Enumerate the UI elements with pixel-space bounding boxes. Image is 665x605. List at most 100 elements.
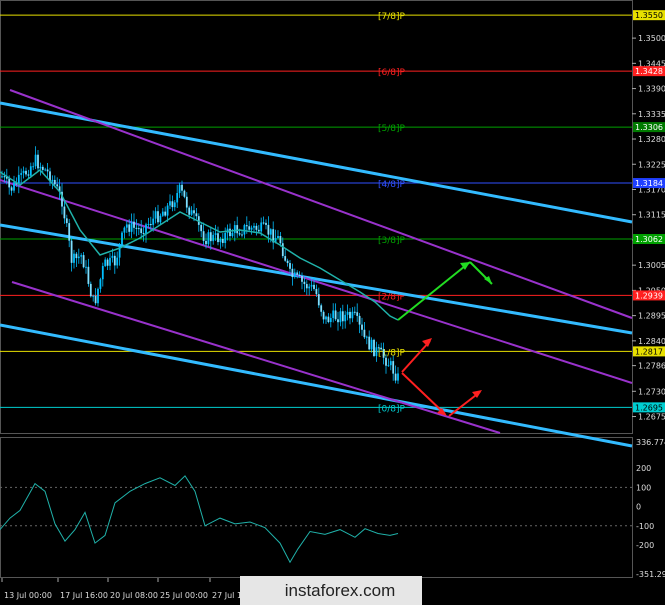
- candle-body: [255, 225, 258, 230]
- cci-levels: [0, 486, 632, 527]
- candle-body: [39, 166, 42, 169]
- candle-body: [351, 311, 354, 319]
- candle-body: [308, 286, 311, 289]
- candle-body: [140, 228, 143, 234]
- candle-body: [358, 315, 361, 325]
- candle-body: [190, 210, 193, 215]
- candle-body: [178, 184, 181, 194]
- candle-body: [286, 260, 289, 264]
- candle-body: [157, 211, 159, 223]
- candle-body: [329, 318, 332, 323]
- murrey-level-label: [7/8]P: [378, 12, 406, 22]
- price-tag-label: 1.3428: [635, 67, 663, 76]
- candle-body: [289, 263, 291, 269]
- candle-body: [361, 324, 363, 330]
- candle-body: [3, 176, 6, 178]
- candle-body: [118, 244, 121, 258]
- candle-body: [315, 288, 318, 295]
- main-pane-border: [0, 0, 633, 434]
- candle-body: [217, 233, 219, 243]
- candle-body: [85, 266, 87, 268]
- channel-blue-lower: [0, 323, 633, 448]
- time-tick-label: 20 Jul 08:00: [110, 591, 158, 600]
- candle-body: [380, 347, 383, 350]
- candle-body: [27, 174, 30, 176]
- time-tick-label: 13 Jul 00:00: [4, 591, 52, 600]
- candle-body: [142, 233, 145, 235]
- candle-body: [75, 253, 78, 259]
- candle-body: [397, 373, 399, 381]
- candle-body: [281, 243, 284, 257]
- candle-body: [152, 218, 155, 225]
- candle-body: [125, 224, 128, 228]
- candle-body: [382, 349, 385, 358]
- indicator-pane-border: [0, 437, 633, 578]
- candle-body: [209, 232, 212, 242]
- candle-body: [128, 224, 131, 232]
- candle-body: [37, 154, 39, 169]
- candle-body: [13, 182, 15, 191]
- candle-body: [113, 255, 116, 266]
- candle-body: [310, 284, 313, 287]
- candle-body: [356, 312, 359, 316]
- indicator-tick-label: 200: [636, 464, 651, 473]
- candle-body: [260, 222, 263, 232]
- candle-body: [298, 274, 301, 276]
- candle-body: [188, 207, 191, 215]
- candle-body: [97, 288, 99, 304]
- candle-body: [207, 232, 210, 245]
- trend-channels: [0, 89, 633, 448]
- candle-body: [265, 222, 267, 225]
- candle-body: [159, 215, 162, 223]
- candle-body: [89, 283, 92, 297]
- candle-body: [262, 222, 265, 224]
- price-tag-label: 1.2695: [635, 403, 663, 412]
- candle-body: [212, 234, 215, 242]
- candle-body: [161, 211, 164, 216]
- murrey-level-label: [3/8]P: [378, 236, 406, 246]
- candle-body: [169, 201, 171, 206]
- candle-body: [123, 227, 126, 233]
- candle-body: [109, 257, 111, 266]
- candle-body: [80, 255, 83, 257]
- candle-body: [301, 275, 303, 282]
- murrey-level-label: [5/8]P: [378, 124, 406, 134]
- murrey-level-label: [1/8]P: [378, 348, 406, 358]
- candle-body: [171, 201, 174, 208]
- candle-body: [363, 329, 366, 338]
- candle-body: [183, 190, 186, 197]
- candle-body: [8, 178, 11, 188]
- indicator-tick-label: -200: [636, 541, 654, 550]
- candle-body: [373, 339, 375, 356]
- candle-body: [133, 221, 135, 228]
- candle-body: [130, 221, 133, 232]
- candle-body: [368, 336, 371, 350]
- candle-body: [111, 255, 114, 258]
- price-tick-label: 1.3390: [638, 85, 665, 94]
- candle-body: [214, 233, 217, 235]
- candle-body: [116, 257, 119, 266]
- channel-purple-middle: [0, 179, 633, 384]
- price-tick-label: 1.3005: [638, 261, 665, 270]
- watermark-text: instaforex.com: [284, 580, 396, 600]
- candle-body: [173, 202, 176, 208]
- candle-body: [56, 184, 59, 187]
- candle-body: [195, 213, 198, 217]
- candle-body: [257, 229, 260, 232]
- candle-body: [73, 253, 75, 263]
- candle-body: [65, 218, 68, 224]
- candle-body: [303, 281, 306, 285]
- price-tag-label: 1.2939: [635, 291, 663, 300]
- candle-body: [394, 373, 397, 381]
- price-tick-label: 1.2675: [638, 413, 665, 422]
- candle-body: [1, 176, 3, 178]
- murrey-level-label: [0/8]P: [378, 404, 406, 414]
- candle-body: [339, 311, 342, 323]
- candle-body: [387, 365, 390, 367]
- candle-body: [250, 227, 253, 230]
- watermark: instaforex.com: [240, 576, 422, 605]
- candle-body: [245, 225, 248, 227]
- candle-body: [233, 225, 236, 233]
- candle-body: [353, 311, 356, 313]
- candle-body: [202, 231, 205, 241]
